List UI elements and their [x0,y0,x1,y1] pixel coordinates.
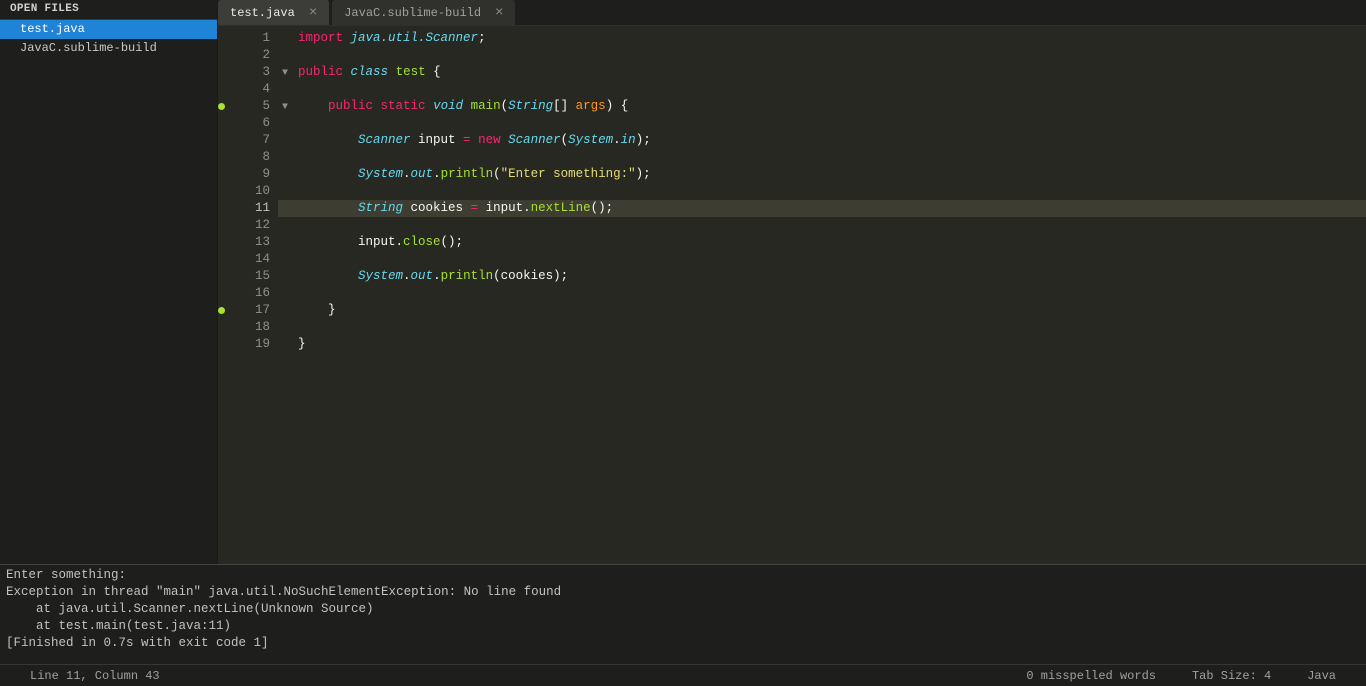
editor-body[interactable]: 123▼45▼678910111213141516171819 import j… [218,26,1366,564]
editor-column: test.java×JavaC.sublime-build× 123▼45▼67… [218,0,1366,564]
tab-label: JavaC.sublime-build [344,6,481,20]
build-output-panel[interactable]: Enter something: Exception in thread "ma… [0,564,1366,664]
code-line[interactable]: System.out.println(cookies); [278,268,1366,285]
sidebar-open-file[interactable]: JavaC.sublime-build [0,39,217,58]
line-number[interactable]: 9 [230,166,278,183]
line-number[interactable]: 19 [230,336,278,353]
code-line[interactable]: } [278,336,1366,353]
line-number[interactable]: 7 [230,132,278,149]
code-line[interactable]: input.close(); [278,234,1366,251]
code-line[interactable]: System.out.println("Enter something:"); [278,166,1366,183]
line-number[interactable]: 10 [230,183,278,200]
code-line[interactable]: public static void main(String[] args) { [278,98,1366,115]
status-bar: Line 11, Column 43 0 misspelled words Ta… [0,664,1366,686]
code-line[interactable] [278,115,1366,132]
line-number[interactable]: 2 [230,47,278,64]
line-number[interactable]: 1 [230,30,278,47]
code-line[interactable]: } [278,302,1366,319]
code-line[interactable] [278,217,1366,234]
close-icon[interactable]: × [309,6,317,20]
code-area[interactable]: import java.util.Scanner; public class te… [278,26,1366,564]
main-area: OPEN FILES test.java JavaC.sublime-build … [0,0,1366,564]
code-line[interactable] [278,285,1366,302]
gutter-mark-icon [218,307,225,314]
code-line[interactable]: import java.util.Scanner; [278,30,1366,47]
line-number[interactable]: 5▼ [230,98,278,115]
code-line[interactable]: String cookies = input.nextLine(); [278,200,1366,217]
line-gutter[interactable]: 123▼45▼678910111213141516171819 [230,26,278,564]
line-number[interactable]: 14 [230,251,278,268]
sidebar: OPEN FILES test.javaJavaC.sublime-build [0,0,218,564]
status-syntax[interactable]: Java [1289,669,1354,683]
line-number[interactable]: 16 [230,285,278,302]
status-cursor-position[interactable]: Line 11, Column 43 [12,669,178,683]
tab-bar: test.java × JavaC.sublime-build × [218,0,1366,26]
status-spell[interactable]: 0 misspelled words [1008,669,1174,683]
line-number[interactable]: 3▼ [230,64,278,81]
line-number[interactable]: 4 [230,81,278,98]
code-line[interactable] [278,319,1366,336]
editor-tab[interactable]: test.java × [218,0,330,25]
tab-label: test.java [230,6,295,20]
code-line[interactable] [278,251,1366,268]
sidebar-header: OPEN FILES [0,0,217,20]
editor-tab[interactable]: JavaC.sublime-build × [332,0,516,25]
status-tab-size[interactable]: Tab Size: 4 [1174,669,1289,683]
line-number[interactable]: 6 [230,115,278,132]
code-line[interactable] [278,47,1366,64]
code-line[interactable]: public class test { [278,64,1366,81]
code-line[interactable] [278,183,1366,200]
code-line[interactable] [278,149,1366,166]
line-number[interactable]: 15 [230,268,278,285]
close-icon[interactable]: × [495,6,503,20]
code-line[interactable] [278,81,1366,98]
gutter-mark-icon [218,103,225,110]
line-number[interactable]: 12 [230,217,278,234]
line-number[interactable]: 11 [230,200,278,217]
line-number[interactable]: 17 [230,302,278,319]
code-line[interactable]: Scanner input = new Scanner(System.in); [278,132,1366,149]
sidebar-open-file[interactable]: test.java [0,20,217,39]
line-number[interactable]: 18 [230,319,278,336]
line-number[interactable]: 13 [230,234,278,251]
line-number[interactable]: 8 [230,149,278,166]
